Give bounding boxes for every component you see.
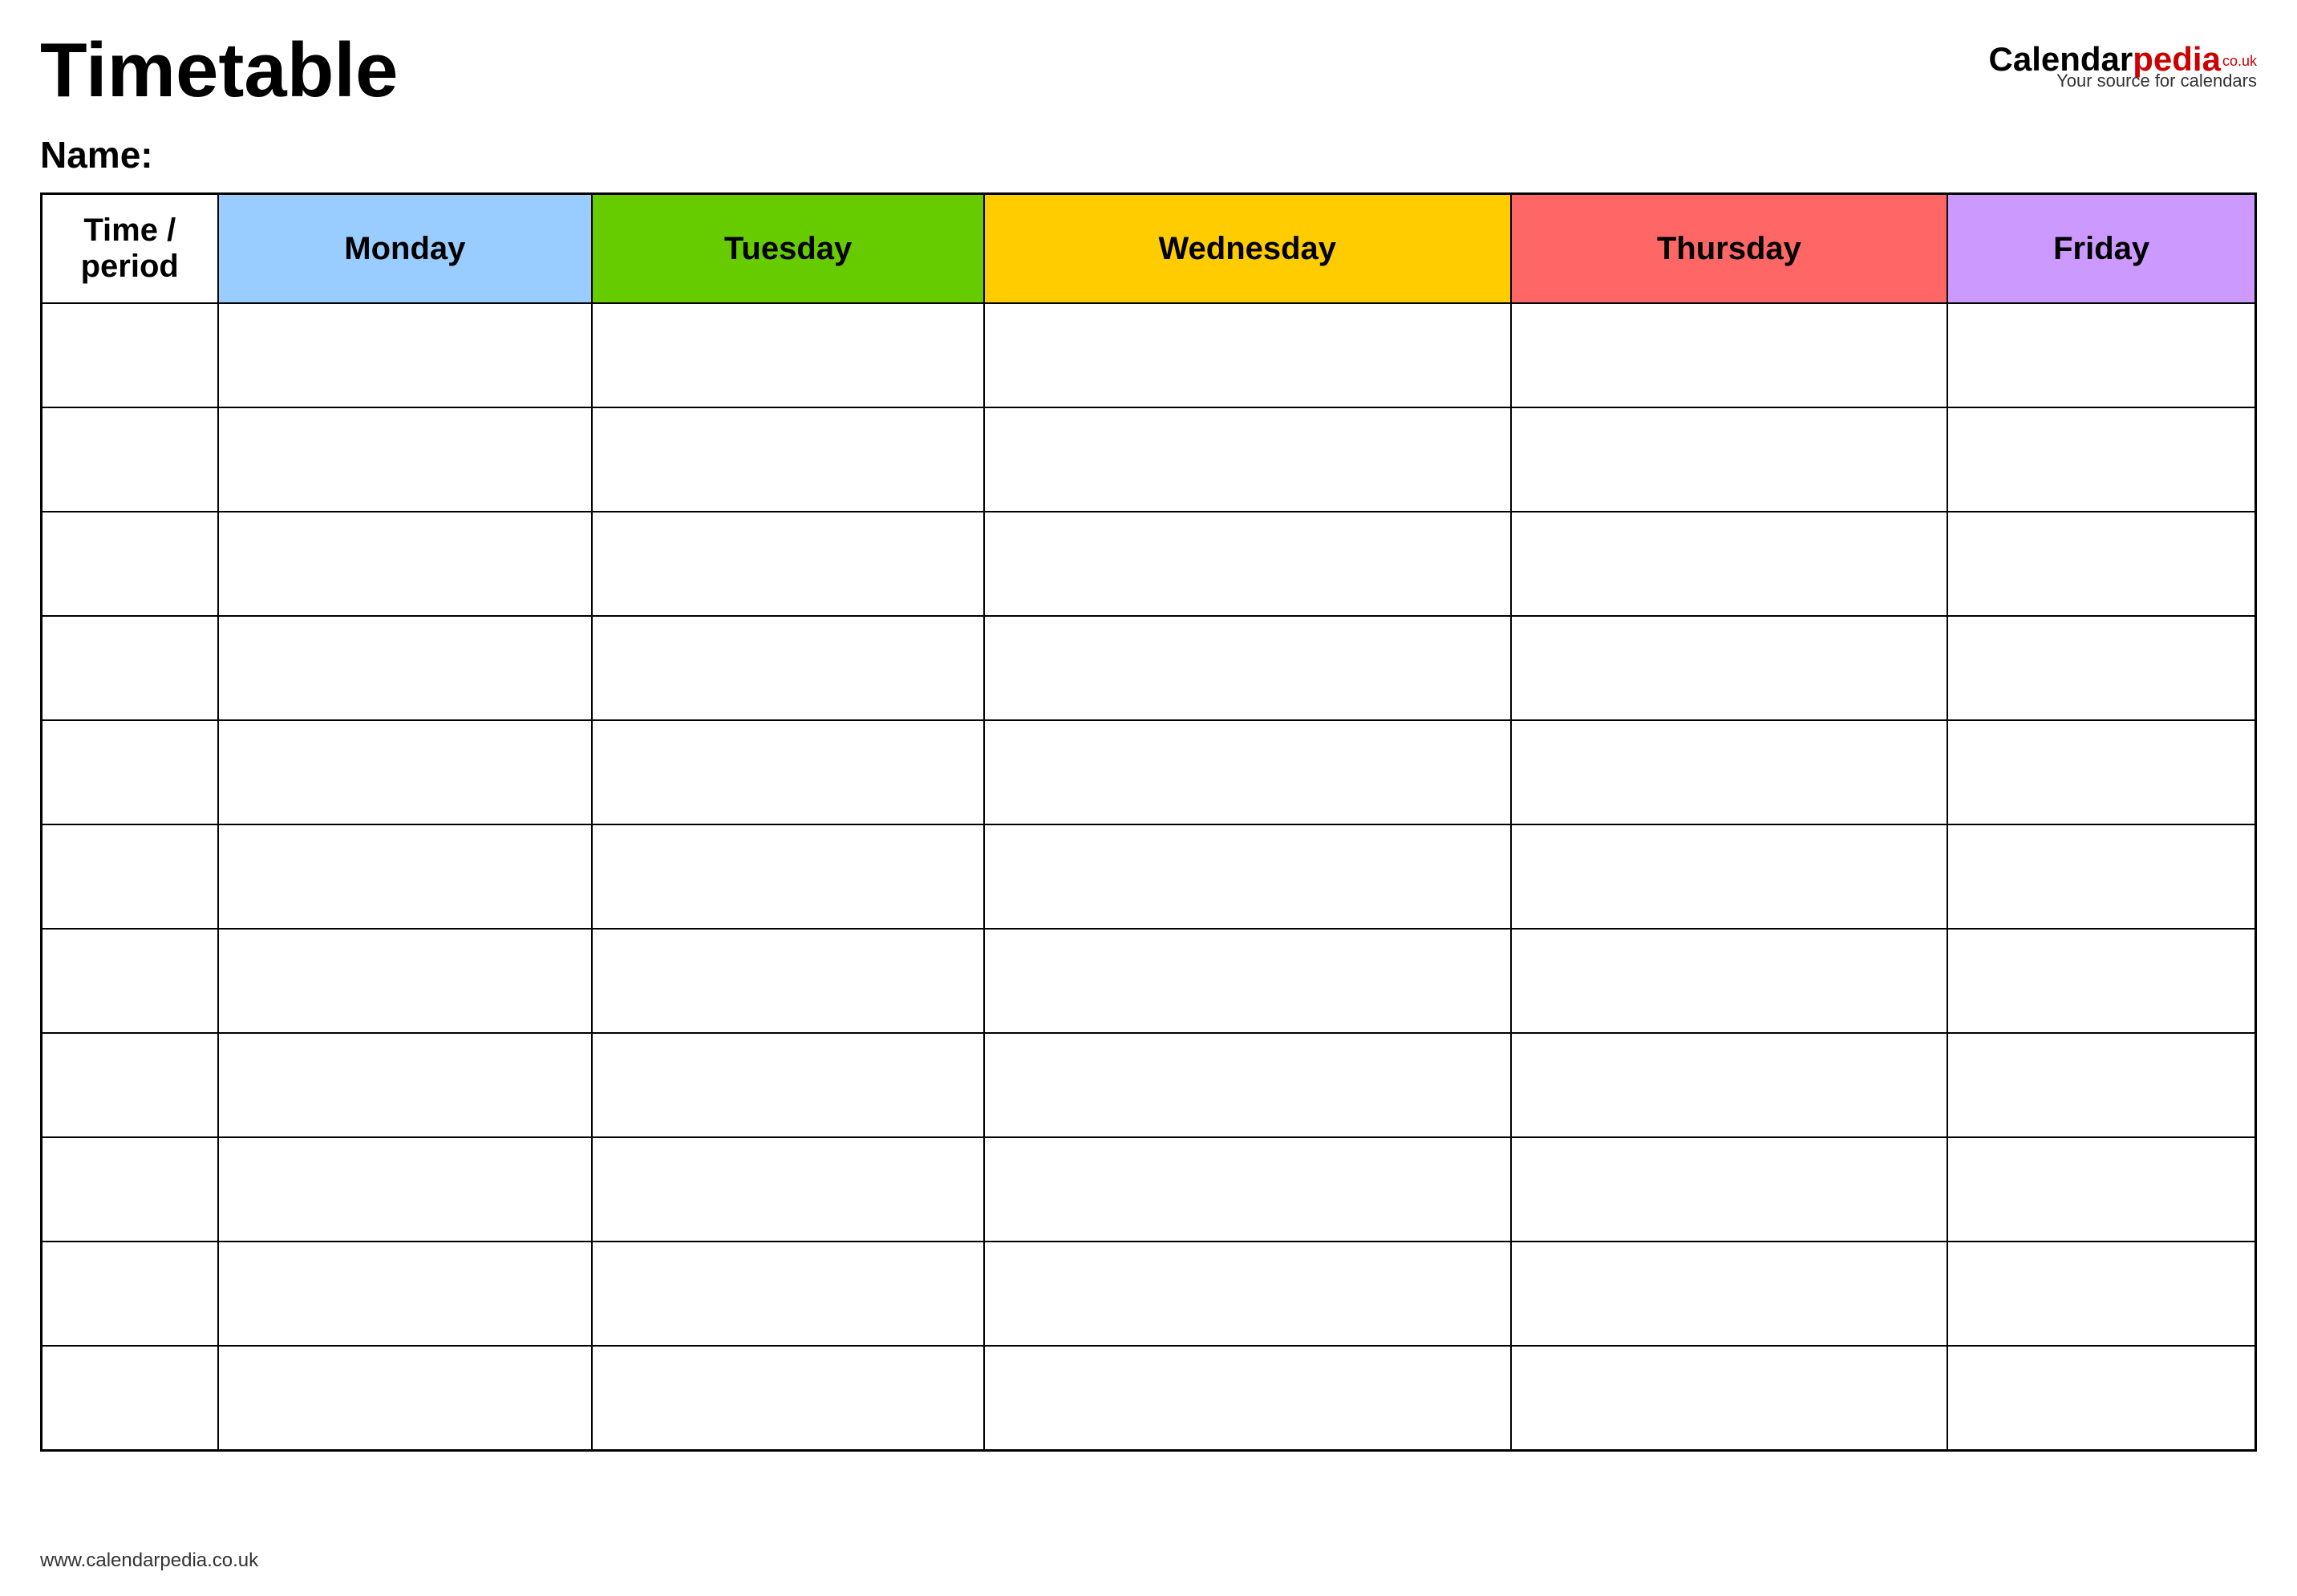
col-header-thursday: Thursday <box>1511 194 1948 304</box>
table-cell[interactable] <box>1511 1137 1948 1242</box>
table-row <box>42 720 2256 824</box>
table-cell[interactable] <box>984 303 1511 407</box>
table-cell[interactable] <box>42 824 218 929</box>
table-cell[interactable] <box>984 1346 1511 1450</box>
table-cell[interactable] <box>1511 303 1948 407</box>
footer: www.calendarpedia.co.uk <box>40 1549 258 1572</box>
table-cell[interactable] <box>42 929 218 1033</box>
table-cell[interactable] <box>592 720 984 824</box>
timetable: Time / period Monday Tuesday Wednesday T… <box>40 192 2257 1452</box>
table-row <box>42 824 2256 929</box>
table-cell[interactable] <box>42 1346 218 1450</box>
logo-tagline: Your source for calendars <box>2056 71 2257 91</box>
table-cell[interactable] <box>218 1242 593 1346</box>
table-cell[interactable] <box>984 616 1511 720</box>
header: Timetable Calendarpediaco.uk Your source… <box>40 32 2257 109</box>
table-row <box>42 1033 2256 1137</box>
table-cell[interactable] <box>42 407 218 512</box>
table-row <box>42 303 2256 407</box>
table-cell[interactable] <box>1947 616 2255 720</box>
table-cell[interactable] <box>42 720 218 824</box>
table-cell[interactable] <box>1511 1033 1948 1137</box>
table-cell[interactable] <box>218 1033 593 1137</box>
table-cell[interactable] <box>592 303 984 407</box>
table-cell[interactable] <box>1511 512 1948 616</box>
col-header-monday: Monday <box>218 194 593 304</box>
table-cell[interactable] <box>1947 407 2255 512</box>
table-cell[interactable] <box>592 929 984 1033</box>
table-cell[interactable] <box>218 1346 593 1450</box>
table-cell[interactable] <box>592 616 984 720</box>
table-cell[interactable] <box>1511 1242 1948 1346</box>
table-cell[interactable] <box>218 303 593 407</box>
table-row <box>42 1242 2256 1346</box>
table-cell[interactable] <box>1947 824 2255 929</box>
table-row <box>42 512 2256 616</box>
table-cell[interactable] <box>1947 303 2255 407</box>
table-cell[interactable] <box>984 720 1511 824</box>
col-header-wednesday: Wednesday <box>984 194 1511 304</box>
table-cell[interactable] <box>218 512 593 616</box>
page-title: Timetable <box>40 32 398 109</box>
table-cell[interactable] <box>1511 720 1948 824</box>
table-cell[interactable] <box>42 1033 218 1137</box>
table-cell[interactable] <box>1947 1242 2255 1346</box>
table-cell[interactable] <box>984 1137 1511 1242</box>
table-cell[interactable] <box>1947 929 2255 1033</box>
table-cell[interactable] <box>1947 1346 2255 1450</box>
table-cell[interactable] <box>1511 407 1948 512</box>
table-cell[interactable] <box>984 1242 1511 1346</box>
table-cell[interactable] <box>592 407 984 512</box>
table-cell[interactable] <box>218 407 593 512</box>
table-cell[interactable] <box>218 1137 593 1242</box>
table-cell[interactable] <box>218 616 593 720</box>
table-row <box>42 929 2256 1033</box>
table-cell[interactable] <box>1511 1346 1948 1450</box>
footer-url: www.calendarpedia.co.uk <box>40 1549 258 1571</box>
table-cell[interactable] <box>592 1346 984 1450</box>
table-cell[interactable] <box>218 720 593 824</box>
table-cell[interactable] <box>1947 1033 2255 1137</box>
table-cell[interactable] <box>1511 929 1948 1033</box>
table-cell[interactable] <box>984 1033 1511 1137</box>
table-cell[interactable] <box>1947 720 2255 824</box>
table-cell[interactable] <box>592 1242 984 1346</box>
table-cell[interactable] <box>42 616 218 720</box>
table-header-row: Time / period Monday Tuesday Wednesday T… <box>42 194 2256 304</box>
col-header-tuesday: Tuesday <box>592 194 984 304</box>
name-label: Name: <box>40 134 153 176</box>
table-cell[interactable] <box>42 1242 218 1346</box>
table-row <box>42 1346 2256 1450</box>
table-cell[interactable] <box>1947 1137 2255 1242</box>
table-cell[interactable] <box>984 512 1511 616</box>
table-cell[interactable] <box>592 824 984 929</box>
table-cell[interactable] <box>1511 824 1948 929</box>
table-cell[interactable] <box>984 824 1511 929</box>
table-cell[interactable] <box>42 303 218 407</box>
table-cell[interactable] <box>42 1137 218 1242</box>
table-cell[interactable] <box>592 1033 984 1137</box>
col-header-friday: Friday <box>1947 194 2255 304</box>
table-cell[interactable] <box>984 929 1511 1033</box>
table-row <box>42 407 2256 512</box>
table-row <box>42 616 2256 720</box>
table-cell[interactable] <box>984 407 1511 512</box>
logo-area: Calendarpediaco.uk Your source for calen… <box>1989 32 2257 91</box>
logo-super-text: co.uk <box>2222 53 2257 69</box>
table-cell[interactable] <box>1947 512 2255 616</box>
table-cell[interactable] <box>1511 616 1948 720</box>
table-cell[interactable] <box>42 512 218 616</box>
table-cell[interactable] <box>592 1137 984 1242</box>
table-cell[interactable] <box>592 512 984 616</box>
table-cell[interactable] <box>218 824 593 929</box>
name-row: Name: <box>40 133 2257 176</box>
col-header-time: Time / period <box>42 194 218 304</box>
table-cell[interactable] <box>218 929 593 1033</box>
table-row <box>42 1137 2256 1242</box>
